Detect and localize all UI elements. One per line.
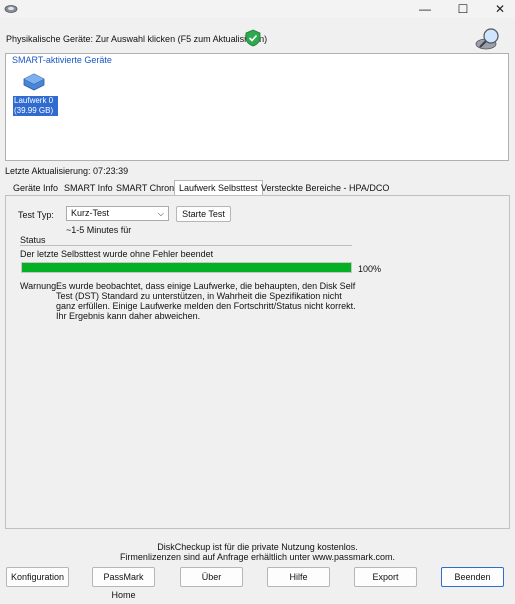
quit-button[interactable]: Beenden [441, 567, 504, 587]
footer-license-line1: DiskCheckup ist für die private Nutzung … [157, 542, 358, 552]
passmark-home-button[interactable]: PassMark Home [92, 567, 155, 600]
progress-bar [21, 262, 352, 273]
start-test-button[interactable]: Starte Test [176, 206, 231, 222]
devices-prompt: Physikalische Geräte: Zur Auswahl klicke… [6, 34, 268, 44]
export-button[interactable]: Export [354, 567, 417, 587]
status-divider [20, 245, 352, 246]
drive-0-name: Laufwerk 0 [14, 96, 54, 105]
progress-bar-fill [22, 263, 351, 272]
minimize-button[interactable]: — [410, 0, 440, 18]
warning-text: Es wurde beobachtet, dass einige Laufwer… [56, 281, 356, 321]
last-update-text: Letzte Aktualisierung: 07:23:39 [5, 166, 129, 176]
test-type-label: Test Typ: [18, 210, 54, 220]
hard-drive-icon [23, 73, 45, 91]
app-disk-icon [4, 5, 18, 13]
test-type-value: Kurz-Test [71, 208, 110, 218]
devices-group-title: SMART-aktivierte Geräte [12, 55, 112, 65]
chevron-down-icon: ⌵ [157, 209, 164, 218]
close-button[interactable]: ✕ [485, 0, 515, 18]
about-button[interactable]: Über [180, 567, 243, 587]
devices-groupbox [5, 53, 509, 161]
config-button[interactable]: Konfiguration [6, 567, 69, 587]
duration-hint: ~1-5 Minutes für [66, 225, 132, 235]
footer-license-line2: Firmenlizenzen sind auf Anfrage erhältli… [119, 552, 396, 562]
magnifier-disk-icon[interactable] [474, 26, 502, 52]
status-text: Der letzte Selbsttest wurde ohne Fehler … [20, 249, 214, 259]
tab-drive-selftest[interactable]: Laufwerk Selbsttest [174, 180, 263, 196]
tab-smart-info[interactable]: SMART Info [59, 180, 118, 194]
maximize-button[interactable]: ☐ [448, 0, 478, 18]
progress-percent: 100% [358, 264, 382, 274]
warning-label: Warnung [20, 281, 57, 291]
drive-0-size: (39.99 GB) [14, 106, 54, 115]
tab-device-info[interactable]: Geräte Info [8, 180, 63, 194]
help-button[interactable]: Hilfe [267, 567, 330, 587]
shield-check-icon[interactable] [244, 29, 262, 47]
test-type-select[interactable]: Kurz-Test ⌵ [66, 206, 169, 221]
status-label: Status [20, 235, 46, 245]
drive-0-label[interactable]: Laufwerk 0 (39.99 GB) [13, 96, 58, 116]
tab-hidden-areas[interactable]: Versteckte Bereiche - HPA/DCO [256, 180, 394, 194]
